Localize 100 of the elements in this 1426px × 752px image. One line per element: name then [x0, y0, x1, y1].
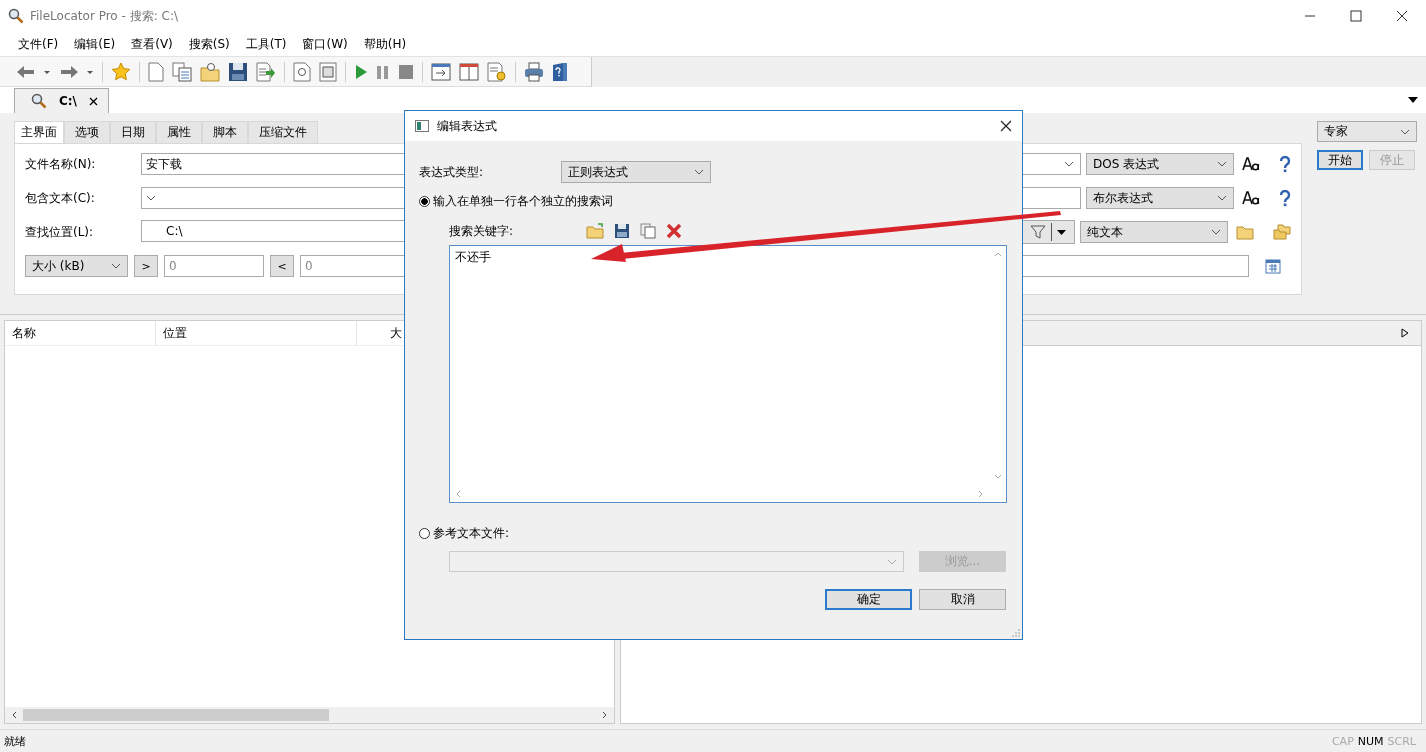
copy-document-icon[interactable] [172, 61, 192, 82]
column-header[interactable]: 名称 [5, 321, 156, 345]
scroll-right-icon[interactable] [978, 490, 984, 498]
open-folder-icon[interactable] [586, 223, 605, 239]
search-icon [31, 93, 47, 109]
resize-grip-icon[interactable] [1012, 629, 1020, 637]
horizontal-scrollbar[interactable] [5, 707, 614, 723]
field-label: 文件名称(N): [25, 155, 97, 173]
new-document-icon[interactable] [148, 61, 164, 82]
scroll-up-icon[interactable] [994, 251, 1002, 257]
caret-icon [1057, 229, 1066, 235]
search-tab[interactable]: 日期 [110, 121, 156, 143]
menu-item[interactable]: 查看(V) [123, 35, 181, 53]
close-icon[interactable] [1396, 10, 1408, 22]
chevron-down-icon [887, 558, 897, 565]
field-label: 表达式类型: [419, 163, 485, 181]
export-document-icon[interactable] [256, 61, 276, 82]
tab-label: C:\ [59, 94, 77, 108]
menu-item[interactable]: 窗口(W) [294, 35, 356, 53]
size-min-field[interactable]: 0 [164, 255, 264, 277]
window-layout-icon[interactable] [459, 62, 479, 81]
star-icon[interactable] [111, 61, 131, 82]
ok-button[interactable]: 确定 [825, 589, 912, 610]
field-label: 搜索关键字: [449, 222, 514, 240]
start-button[interactable]: 开始 [1317, 150, 1363, 170]
key-indicator: CAP [1331, 734, 1354, 748]
maximize-icon[interactable] [1350, 10, 1362, 22]
key-indicator: SCRL [1387, 734, 1416, 748]
status-text: 就绪 [4, 733, 26, 749]
chevron-down-icon [111, 263, 121, 269]
chevron-down-icon [1217, 195, 1227, 201]
chevron-down-icon [1217, 161, 1227, 167]
greater-than-button[interactable]: > [134, 255, 158, 277]
delete-icon[interactable] [666, 223, 683, 239]
help-icon[interactable] [1279, 189, 1291, 207]
chevron-down-icon[interactable] [146, 195, 156, 201]
document-search-icon[interactable] [293, 61, 311, 82]
folder-search-icon[interactable] [200, 61, 220, 82]
mode-dropdown[interactable]: 纯文本 [1080, 221, 1228, 243]
chevron-down-icon [1211, 229, 1221, 235]
search-tab[interactable]: 属性 [156, 121, 202, 143]
cancel-button[interactable]: 取消 [919, 589, 1006, 610]
document-tab[interactable]: C:\ [14, 88, 109, 113]
pause-icon[interactable] [376, 63, 390, 80]
search-tab[interactable]: 脚本 [202, 121, 248, 143]
copy-icon[interactable] [640, 223, 657, 239]
save-icon[interactable] [228, 61, 248, 82]
expand-arrow-icon[interactable] [1401, 328, 1409, 338]
scroll-down-icon[interactable] [994, 474, 1002, 480]
help-icon[interactable] [1279, 155, 1291, 173]
window-icon [415, 120, 429, 132]
mode-dropdown[interactable]: DOS 表达式 [1086, 153, 1234, 175]
menu-item[interactable]: 搜索(S) [180, 35, 238, 53]
column-header[interactable]: 位置 [156, 321, 357, 345]
save-icon[interactable] [614, 223, 631, 239]
search-tab[interactable]: 选项 [64, 121, 110, 143]
filter-button[interactable] [1021, 220, 1075, 244]
profile-dropdown[interactable]: 专家 [1317, 121, 1417, 142]
keywords-field[interactable]: 不还手 [449, 245, 1007, 503]
size-dropdown[interactable]: 大小 (kB) [25, 255, 128, 277]
match-case-icon[interactable] [1242, 191, 1260, 205]
menu-item[interactable]: 帮助(H) [355, 35, 415, 53]
help-book-icon[interactable] [552, 61, 568, 82]
chevron-down-icon [1400, 128, 1410, 135]
document-settings-icon[interactable] [487, 61, 507, 82]
search-icon [8, 8, 24, 24]
chevron-down-icon[interactable] [1064, 161, 1074, 167]
printer-icon[interactable] [524, 61, 544, 82]
document-preview-icon[interactable] [319, 61, 337, 82]
play-icon[interactable] [354, 63, 368, 80]
close-icon[interactable] [89, 96, 98, 106]
scroll-right-icon [600, 711, 608, 719]
radio-option[interactable]: 输入在单独一行各个独立的搜索词 [419, 191, 613, 211]
close-icon[interactable] [1000, 120, 1012, 132]
expression-type-dropdown[interactable]: 正则表达式 [561, 161, 711, 183]
search-tab[interactable]: 压缩文件 [248, 121, 318, 143]
field-label: 包含文本(C): [25, 189, 96, 207]
scroll-left-icon[interactable] [455, 490, 461, 498]
menu-item[interactable]: 编辑(E) [66, 35, 124, 53]
dialog-title: 编辑表达式 [437, 117, 497, 135]
field-label: 查找位置(L): [25, 223, 95, 241]
window-icon[interactable] [431, 62, 451, 81]
calendar-icon[interactable] [1265, 258, 1281, 274]
less-than-button[interactable]: < [270, 255, 294, 277]
window-title: FileLocator Pro - 搜索: C:\ [30, 7, 178, 25]
caret-icon[interactable] [1408, 96, 1418, 104]
mode-dropdown[interactable]: 布尔表达式 [1086, 187, 1234, 209]
search-tab[interactable]: 主界面 [14, 121, 64, 143]
stop-icon[interactable] [398, 63, 414, 80]
menu-item[interactable]: 工具(T) [237, 35, 295, 53]
scroll-left-icon [11, 711, 19, 719]
filter-icon [1030, 224, 1046, 240]
radio-option[interactable]: 参考文本文件: [419, 523, 510, 543]
menu-item[interactable]: 文件(F) [10, 35, 67, 53]
column-header[interactable]: 大 [357, 321, 402, 345]
forward-arrow-icon[interactable] [59, 63, 79, 80]
folders-icon[interactable] [1273, 224, 1291, 240]
back-arrow-icon[interactable] [16, 63, 36, 80]
match-case-icon[interactable] [1242, 157, 1260, 171]
chevron-down-icon [694, 169, 704, 175]
